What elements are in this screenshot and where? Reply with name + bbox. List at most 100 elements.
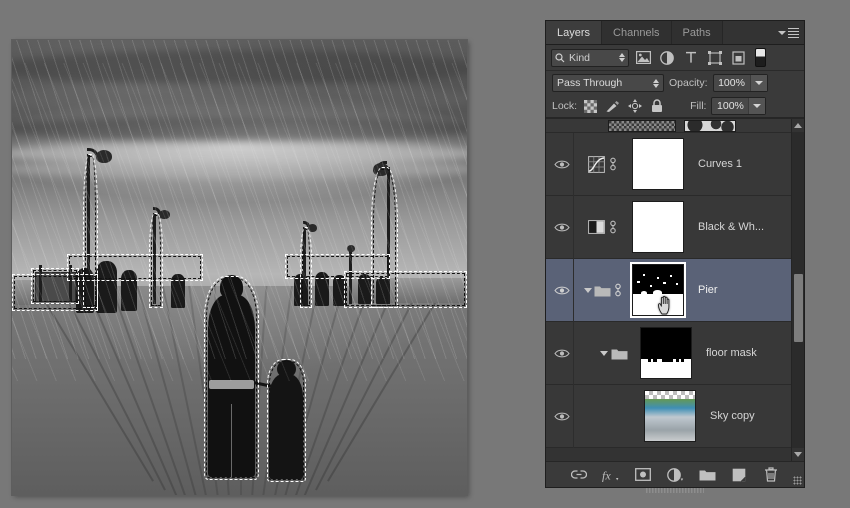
- blend-mode-value: Pass Through: [557, 77, 623, 89]
- layers-panel[interactable]: Layers Channels Paths Kind Pass Through …: [545, 20, 805, 493]
- layer-name[interactable]: Black & Wh...: [698, 221, 764, 233]
- filter-enable-toggle[interactable]: [755, 48, 766, 67]
- tab-paths-label: Paths: [682, 26, 711, 39]
- layer-mask-thumbnail-selected[interactable]: [632, 264, 684, 316]
- layer-name[interactable]: Pier: [698, 284, 718, 296]
- layer-mask-thumbnail[interactable]: [684, 120, 736, 132]
- panel-tab-bar[interactable]: Layers Channels Paths: [546, 21, 804, 45]
- layer-list-scrollbar[interactable]: [791, 119, 804, 461]
- opacity-label: Opacity:: [669, 77, 708, 89]
- filter-kind-select[interactable]: Kind: [551, 48, 629, 67]
- lock-position-icon[interactable]: [626, 98, 643, 114]
- opacity-field[interactable]: 100%: [712, 74, 768, 92]
- fill-label: Fill:: [690, 100, 707, 112]
- blend-mode-row[interactable]: Pass Through Opacity: 100%: [546, 71, 804, 95]
- link-icon[interactable]: [608, 157, 618, 171]
- folder-icon[interactable]: [594, 284, 611, 297]
- group-expand-triangle-icon[interactable]: [600, 350, 608, 356]
- stepper-icon[interactable]: [653, 78, 659, 88]
- layer-mask-thumbnail[interactable]: [640, 327, 692, 379]
- layer-visibility-toggle[interactable]: [550, 258, 574, 322]
- tab-paths[interactable]: Paths: [671, 21, 723, 44]
- group-expand-triangle-icon[interactable]: [583, 287, 592, 293]
- layer-list[interactable]: Curves 1 Black & Wh... Pier floor mask S…: [546, 118, 804, 461]
- hand-cursor: [658, 295, 670, 315]
- tab-layers[interactable]: Layers: [546, 21, 603, 44]
- layer-filter-row[interactable]: Kind: [546, 45, 804, 71]
- link-layers-button[interactable]: [570, 466, 588, 484]
- tab-layers-label: Layers: [557, 26, 591, 39]
- folder-icon[interactable]: [611, 347, 628, 360]
- layer-type-icons: [574, 347, 632, 360]
- scrollbar-thumb[interactable]: [794, 274, 803, 342]
- lock-row[interactable]: Lock: Fill: 100%: [546, 95, 804, 118]
- filter-pixel-layers-icon[interactable]: [633, 49, 653, 67]
- eye-icon: [553, 412, 570, 420]
- image-canvas[interactable]: [12, 40, 467, 495]
- layer-row[interactable]: Sky copy: [546, 384, 804, 448]
- delete-layer-button[interactable]: [762, 466, 780, 484]
- layer-name[interactable]: Curves 1: [698, 158, 742, 170]
- filter-kind-label: Kind: [569, 51, 591, 64]
- fill-value: 100%: [717, 100, 744, 112]
- layer-type-icons: [574, 155, 632, 173]
- layer-row[interactable]: Curves 1: [546, 132, 804, 196]
- layer-style-button[interactable]: fx: [602, 466, 620, 484]
- link-icon[interactable]: [608, 220, 618, 234]
- panel-resize-grip[interactable]: [793, 476, 802, 485]
- layer-visibility-toggle[interactable]: [550, 321, 574, 385]
- rain-streaks-fine: [12, 62, 467, 382]
- document-window[interactable]: [12, 40, 467, 495]
- layer-mask-thumbnail[interactable]: [632, 201, 684, 253]
- stepper-icon[interactable]: [619, 53, 625, 62]
- link-icon[interactable]: [613, 283, 623, 297]
- tab-channels-label: Channels: [613, 26, 660, 39]
- search-icon: [555, 52, 565, 62]
- layer-row[interactable]: floor mask: [546, 321, 804, 385]
- adult-leg-gap: [230, 404, 233, 477]
- add-layer-mask-button[interactable]: [634, 466, 652, 484]
- scroll-down-arrow[interactable]: [792, 448, 804, 461]
- new-adjustment-layer-button[interactable]: [666, 466, 684, 484]
- lock-label: Lock:: [552, 100, 578, 112]
- curves-adjustment-icon[interactable]: [588, 155, 605, 173]
- new-layer-button[interactable]: [730, 466, 748, 484]
- layer-name[interactable]: Sky copy: [710, 410, 755, 422]
- lock-transparency-icon[interactable]: [582, 98, 599, 114]
- layer-thumbnail[interactable]: [608, 120, 676, 132]
- lock-image-pixels-icon[interactable]: [604, 98, 621, 114]
- layer-type-icons: [574, 283, 632, 297]
- filter-adjustment-layers-icon[interactable]: [657, 49, 677, 67]
- photoshop-workspace: Layers Channels Paths Kind Pass Through …: [0, 0, 850, 508]
- layer-mask-thumbnail[interactable]: [632, 138, 684, 190]
- scroll-up-arrow[interactable]: [792, 119, 804, 132]
- layer-thumbnail[interactable]: [644, 390, 696, 442]
- filter-type-layers-icon[interactable]: [681, 49, 701, 67]
- eye-icon: [553, 223, 570, 231]
- eye-icon: [553, 286, 570, 294]
- opacity-dropdown-button[interactable]: [749, 75, 767, 91]
- layer-visibility-toggle[interactable]: [550, 195, 574, 259]
- panel-drag-grip[interactable]: [646, 488, 704, 493]
- fill-field[interactable]: 100%: [711, 97, 767, 115]
- layer-row[interactable]: Black & Wh...: [546, 195, 804, 259]
- black-and-white-adjustment-icon[interactable]: [588, 220, 605, 234]
- layer-row-partial[interactable]: [546, 119, 804, 133]
- filter-shape-layers-icon[interactable]: [705, 49, 725, 67]
- lock-all-icon[interactable]: [648, 98, 665, 114]
- opacity-value: 100%: [718, 77, 745, 89]
- tab-channels[interactable]: Channels: [602, 21, 672, 44]
- layer-row-selected[interactable]: Pier: [546, 258, 804, 322]
- layers-panel-toolbar[interactable]: fx: [546, 461, 804, 493]
- fill-dropdown-button[interactable]: [748, 98, 766, 114]
- eye-icon: [553, 349, 570, 357]
- filter-smart-objects-icon[interactable]: [729, 49, 749, 67]
- layer-name[interactable]: floor mask: [706, 347, 757, 359]
- child-silhouette: [269, 359, 304, 480]
- blend-mode-select[interactable]: Pass Through: [552, 74, 664, 92]
- hamburger-icon: [788, 27, 799, 39]
- new-group-button[interactable]: [698, 466, 716, 484]
- layer-visibility-toggle[interactable]: [550, 384, 574, 448]
- panel-menu-icon[interactable]: [778, 26, 799, 40]
- layer-visibility-toggle[interactable]: [550, 132, 574, 196]
